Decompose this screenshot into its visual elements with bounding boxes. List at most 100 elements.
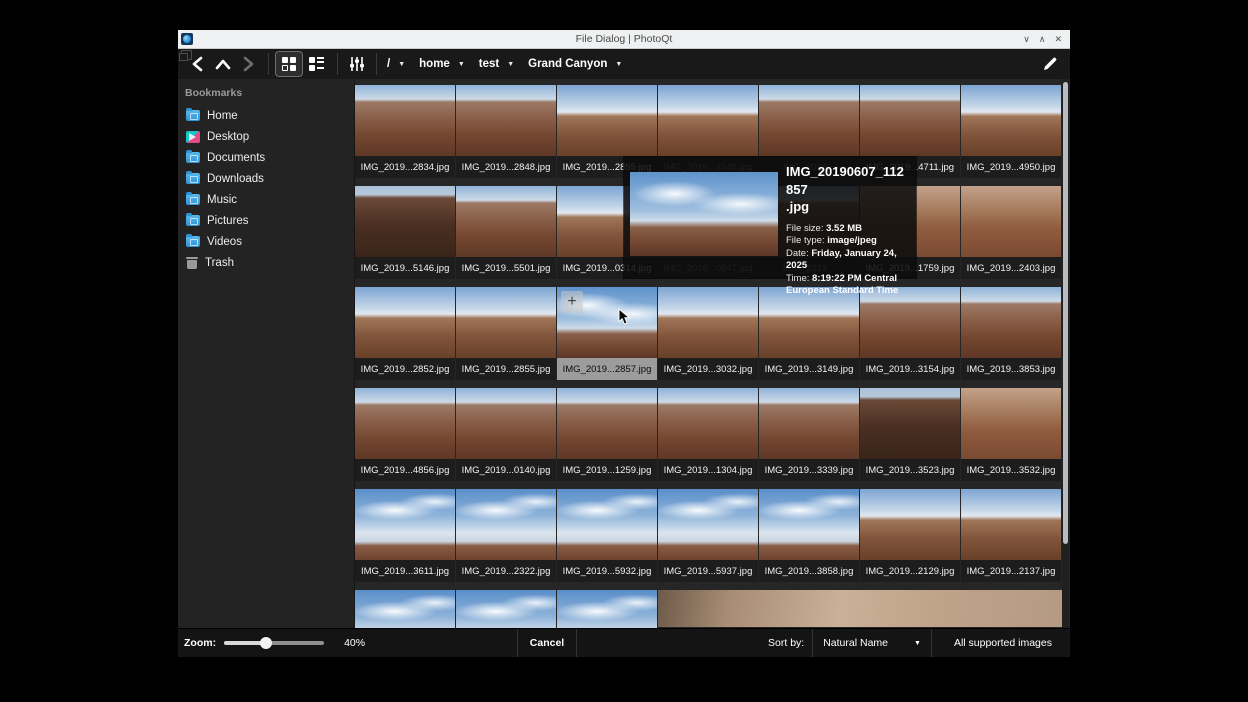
- thumbnail-cell[interactable]: IMG_2019...5937.jpg: [658, 489, 759, 582]
- thumbnail-image[interactable]: [860, 489, 960, 560]
- thumbnail-cell[interactable]: IMG_2019...4950.jpg: [961, 85, 1062, 178]
- thumbnail-image[interactable]: [456, 85, 556, 156]
- thumbnail-image[interactable]: [961, 186, 1061, 257]
- thumbnail-image[interactable]: [759, 388, 859, 459]
- thumbnail-cell[interactable]: IMG_2019...3523.jpg: [860, 388, 961, 481]
- tooltip-field: File type: image/jpeg: [786, 235, 910, 248]
- thumbnail-cell[interactable]: IMG_2019...0140.jpg: [456, 388, 557, 481]
- supported-images-filter[interactable]: All supported images: [940, 637, 1066, 649]
- thumbnail-cell[interactable]: IMG_2019...5146.jpg: [355, 186, 456, 279]
- thumbnail-image[interactable]: [456, 489, 556, 560]
- chevron-down-icon[interactable]: ▼: [394, 61, 415, 68]
- thumbnail-image[interactable]: [658, 489, 758, 560]
- scrollbar-thumb[interactable]: [1063, 82, 1068, 544]
- thumbnail-cell[interactable]: IMG_2019...1304.jpg: [658, 388, 759, 481]
- thumbnail-cell[interactable]: IMG_2019...3611.jpg: [355, 489, 456, 582]
- thumbnail-image[interactable]: [557, 489, 657, 560]
- thumbnail-cell[interactable]: IMG_2019...2137.jpg: [961, 489, 1062, 582]
- thumbnail-image[interactable]: [557, 388, 657, 459]
- titlebar[interactable]: File Dialog | PhotoQt ∨ ∧ ✕: [178, 30, 1070, 49]
- thumbnail-image[interactable]: [557, 85, 657, 156]
- thumbnail-image[interactable]: [355, 388, 455, 459]
- thumbnail-cell[interactable]: [557, 590, 658, 628]
- thumbnail-cell[interactable]: [355, 590, 456, 628]
- thumbnail-image[interactable]: [355, 186, 455, 257]
- thumbnail-image[interactable]: [456, 186, 556, 257]
- forward-button[interactable]: [237, 52, 261, 76]
- thumbnail-cell[interactable]: IMG_2019...2855.jpg: [456, 287, 557, 380]
- chevron-down-icon[interactable]: ▼: [454, 61, 475, 68]
- thumbnail-cell[interactable]: IMG_2019...5501.jpg: [456, 186, 557, 279]
- thumbnail-image[interactable]: [961, 85, 1061, 156]
- thumbnail-image[interactable]: [355, 85, 455, 156]
- add-to-selection-icon[interactable]: +: [561, 291, 583, 313]
- thumbnail-cell[interactable]: IMG_2019...2848.jpg: [456, 85, 557, 178]
- zoom-slider[interactable]: [224, 641, 324, 645]
- thumbnail-image[interactable]: [456, 388, 556, 459]
- thumbnail-image-panorama[interactable]: [658, 590, 1062, 627]
- grid-view-button[interactable]: [276, 52, 302, 76]
- minimize-icon[interactable]: ∨: [1023, 30, 1030, 48]
- thumbnail-cell[interactable]: [456, 590, 557, 628]
- thumbnail-image[interactable]: [355, 287, 455, 358]
- thumbnail-cell[interactable]: IMG_2019...3858.jpg: [759, 489, 860, 582]
- settings-sliders-icon[interactable]: [345, 52, 369, 76]
- list-view-button[interactable]: [304, 52, 330, 76]
- thumbnail-cell[interactable]: +IMG_2019...2857.jpg: [557, 287, 658, 380]
- thumbnail-image[interactable]: [759, 489, 859, 560]
- breadcrumb-segment[interactable]: test: [475, 58, 503, 70]
- sidebar-item-videos[interactable]: Videos: [178, 231, 354, 252]
- thumbnail-image[interactable]: [456, 590, 556, 628]
- sidebar-item-documents[interactable]: Documents: [178, 147, 354, 168]
- breadcrumb-segment[interactable]: home: [415, 58, 454, 70]
- thumbnail-image[interactable]: [658, 388, 758, 459]
- thumbnail-image[interactable]: [860, 388, 960, 459]
- thumbnail-image[interactable]: [355, 489, 455, 560]
- sidebar-item-downloads[interactable]: Downloads: [178, 168, 354, 189]
- thumbnail-cell[interactable]: IMG_2019...3032.jpg: [658, 287, 759, 380]
- thumbnail-image[interactable]: [355, 590, 455, 628]
- up-button[interactable]: [211, 52, 235, 76]
- thumbnail-cell[interactable]: IMG_2019...1259.jpg: [557, 388, 658, 481]
- thumbnail-image[interactable]: [961, 388, 1061, 459]
- thumbnail-cell[interactable]: IMG_2019...4856.jpg: [355, 388, 456, 481]
- thumbnail-cell[interactable]: IMG_2019...2403.jpg: [961, 186, 1062, 279]
- sidebar-item-desktop[interactable]: Desktop: [178, 126, 354, 147]
- thumbnail-cell[interactable]: IMG_2019...2834.jpg: [355, 85, 456, 178]
- thumbnail-row: IMG_2019...3611.jpgIMG_2019...2322.jpgIM…: [355, 489, 1062, 590]
- thumbnail-image[interactable]: [456, 287, 556, 358]
- thumbnail-image[interactable]: [658, 85, 758, 156]
- chevron-down-icon[interactable]: ▼: [503, 61, 524, 68]
- sidebar-item-music[interactable]: Music: [178, 189, 354, 210]
- thumbnail-cell[interactable]: IMG_2019...3149.jpg: [759, 287, 860, 380]
- thumbnail-cell[interactable]: IMG_2019...3853.jpg: [961, 287, 1062, 380]
- thumbnail-cell[interactable]: IMG_2019...2129.jpg: [860, 489, 961, 582]
- zoom-slider-knob[interactable]: [260, 637, 272, 649]
- sidebar-item-pictures[interactable]: Pictures: [178, 210, 354, 231]
- thumbnail-cell[interactable]: IMG_2019...2852.jpg: [355, 287, 456, 380]
- maximize-icon[interactable]: ∧: [1039, 30, 1046, 48]
- sort-dropdown[interactable]: Natural Name ▼: [812, 629, 932, 657]
- sidebar-item-home[interactable]: Home: [178, 105, 354, 126]
- breadcrumb-segment[interactable]: Grand Canyon: [524, 58, 611, 70]
- breadcrumb-segment[interactable]: /: [383, 58, 394, 70]
- scrollbar-track[interactable]: [1062, 79, 1069, 628]
- thumbnail-cell[interactable]: IMG_2019...5932.jpg: [557, 489, 658, 582]
- sidebar-item-trash[interactable]: Trash: [178, 252, 354, 273]
- thumbnail-cell[interactable]: IMG_2019...3339.jpg: [759, 388, 860, 481]
- detach-window-icon[interactable]: [181, 50, 192, 60]
- chevron-down-icon[interactable]: ▼: [611, 61, 632, 68]
- thumbnail-cell-panorama[interactable]: [658, 590, 759, 628]
- thumbnail-cell[interactable]: IMG_2019...3154.jpg: [860, 287, 961, 380]
- thumbnail-cell[interactable]: IMG_2019...2322.jpg: [456, 489, 557, 582]
- cancel-button[interactable]: Cancel: [518, 629, 577, 657]
- thumbnail-image[interactable]: [961, 489, 1061, 560]
- close-icon[interactable]: ✕: [1054, 30, 1062, 48]
- thumbnail-image[interactable]: [557, 590, 657, 628]
- thumbnail-cell[interactable]: IMG_2019...3532.jpg: [961, 388, 1062, 481]
- thumbnail-image[interactable]: [860, 85, 960, 156]
- thumbnail-image[interactable]: [658, 287, 758, 358]
- thumbnail-image[interactable]: [961, 287, 1061, 358]
- thumbnail-image[interactable]: [759, 85, 859, 156]
- edit-path-pencil-icon[interactable]: [1042, 56, 1058, 72]
